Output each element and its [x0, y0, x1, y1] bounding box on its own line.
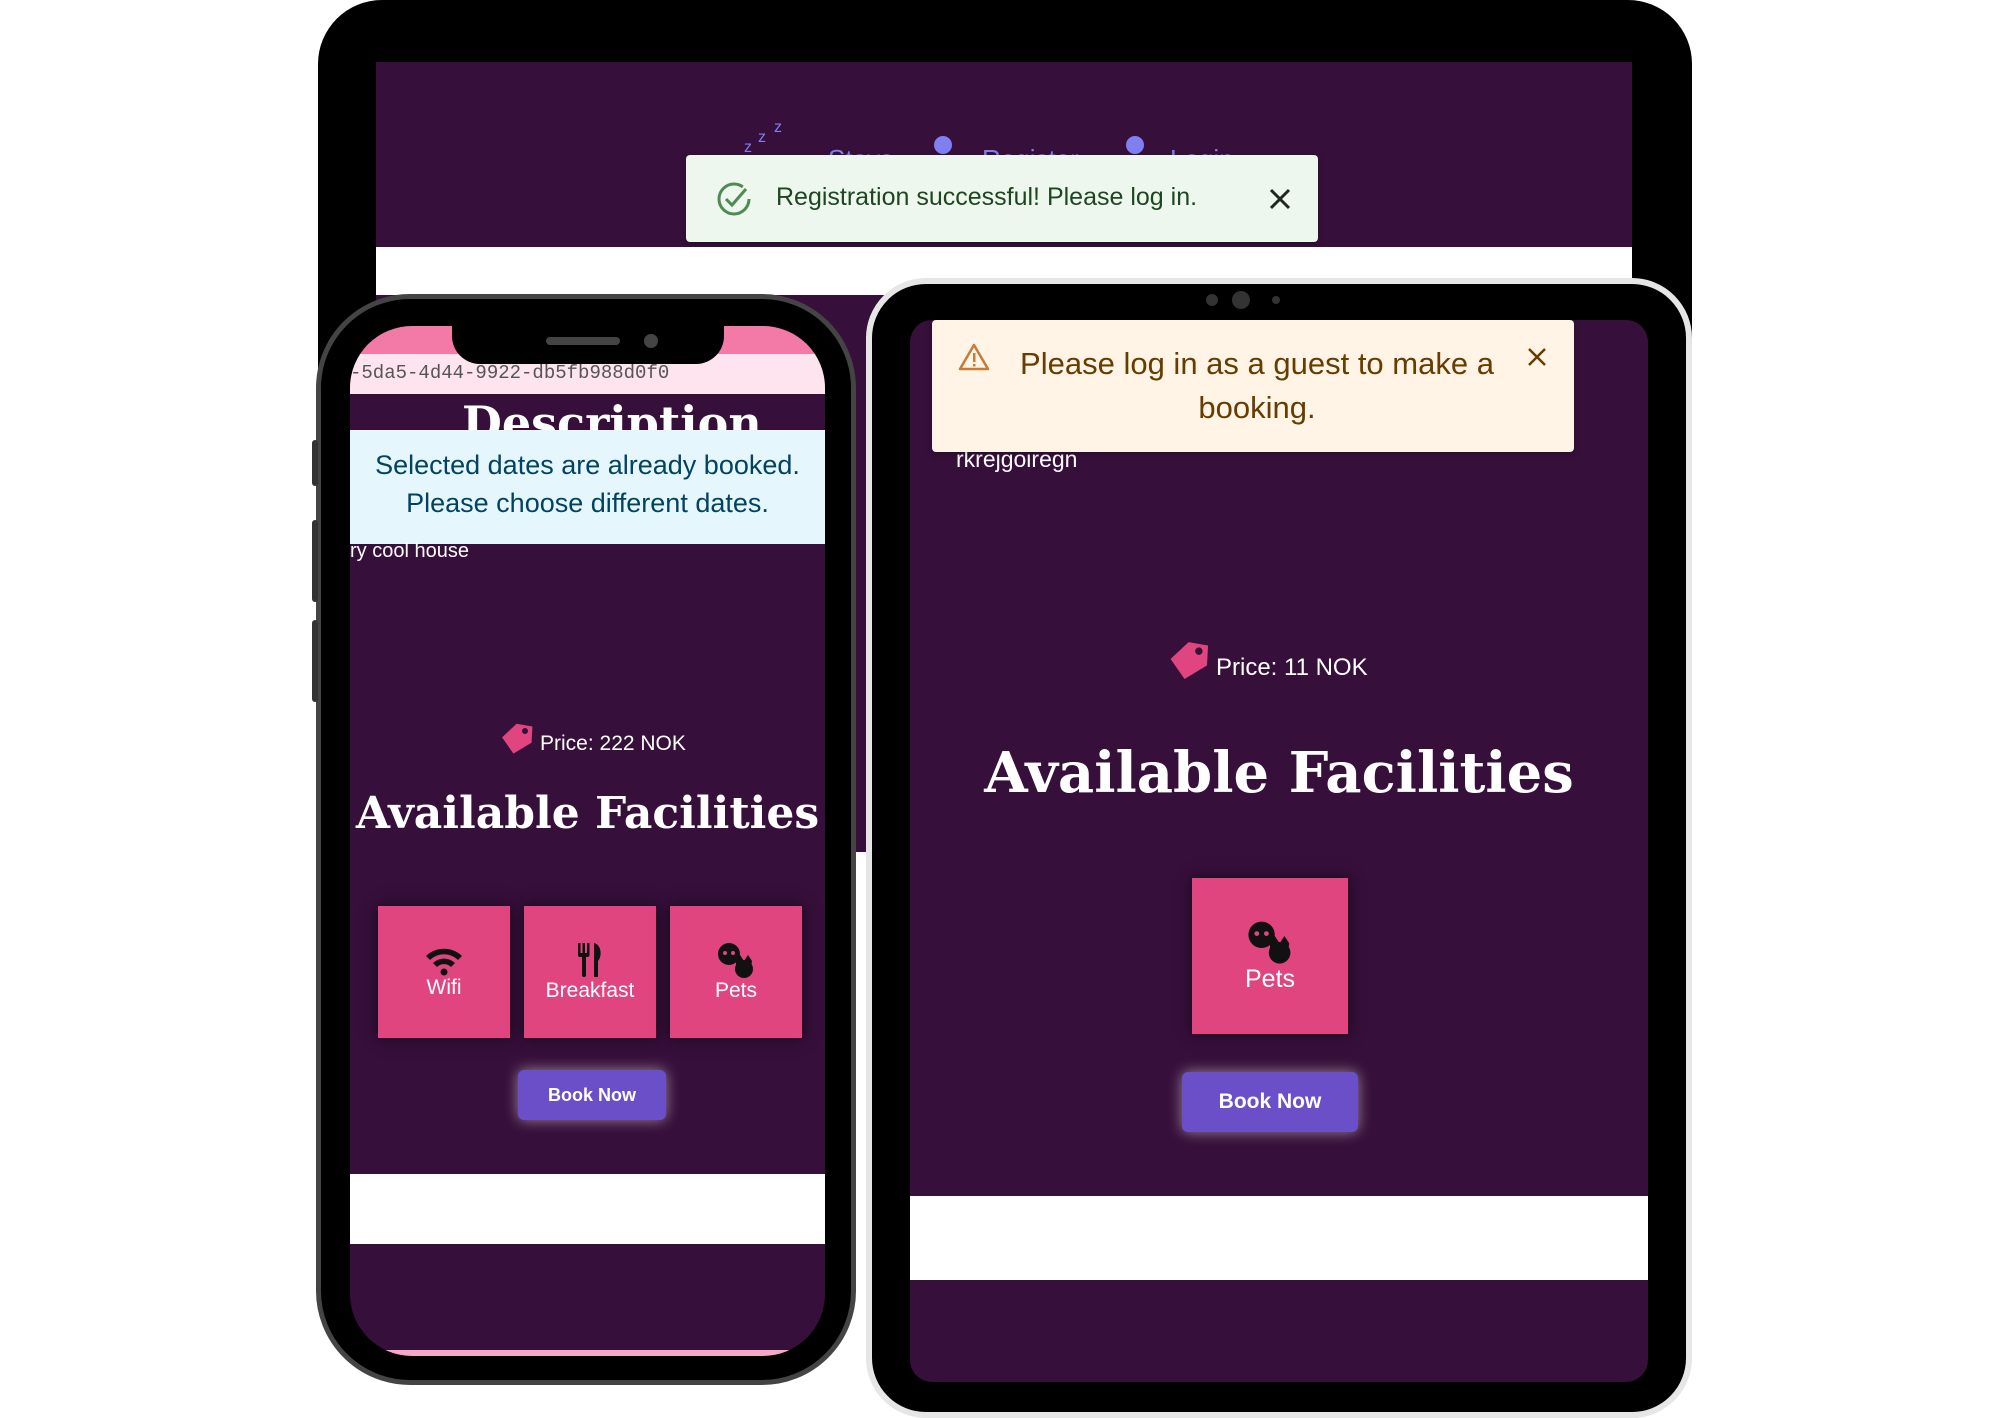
svg-text:z: z [744, 139, 752, 156]
phone-footer [350, 1174, 825, 1244]
login-icon [1126, 136, 1144, 154]
phone-speaker [546, 337, 620, 345]
zzz-logo-icon: z z z [744, 122, 782, 156]
svg-text:z: z [758, 129, 766, 146]
facilities-heading: Available Facilities [984, 740, 1574, 806]
user-icon [934, 136, 952, 154]
check-circle-icon [717, 182, 751, 216]
tablet-camera [1272, 296, 1280, 304]
info-toast-line-1: Selected dates are already booked. [375, 450, 800, 480]
phone-side-button [312, 620, 318, 702]
facilities-heading: Available Facilities [355, 788, 820, 839]
facility-label: Wifi [426, 976, 462, 999]
price-row: Price: 222 NOK [500, 722, 686, 756]
wifi-icon [426, 948, 462, 976]
facility-tile-wifi: Wifi [378, 906, 510, 1038]
tablet-screen: rkrejgoiregn Price: 11 NOK Available Fac… [910, 320, 1648, 1382]
success-toast-message: Registration successful! Please log in. [776, 183, 1198, 211]
phone-screen: -5da5-4d44-9922-db5fb988d0f0 Description… [350, 326, 825, 1356]
info-toast-line-2: Please choose different dates. [406, 488, 769, 518]
warning-triangle-icon [958, 343, 990, 371]
warning-toast: Please log in as a guest to make a booki… [932, 320, 1574, 452]
success-toast: Registration successful! Please log in. [686, 155, 1318, 242]
facility-tile-pets: Pets [1192, 878, 1348, 1034]
utensils-icon [578, 943, 601, 977]
phone-camera [644, 334, 658, 348]
facility-label: Pets [1244, 964, 1296, 993]
phone-side-button [312, 520, 318, 602]
facility-label: Pets [714, 979, 758, 1002]
tablet-camera [1206, 294, 1218, 306]
tablet-footer [910, 1196, 1648, 1280]
price-row: Price: 11 NOK [1168, 640, 1368, 682]
svg-text:z: z [774, 122, 782, 136]
price-text: Price: 222 NOK [540, 732, 686, 755]
warning-toast-message: Please log in as a guest to make a booki… [1020, 346, 1494, 425]
facility-tile-pets: Pets [670, 906, 802, 1038]
phone-url-text: -5da5-4d44-9922-db5fb988d0f0 [350, 362, 670, 384]
pets-icon [718, 943, 753, 978]
facility-label: Breakfast [545, 979, 635, 1002]
phone-bottom-bar [350, 1350, 825, 1356]
phone-side-button [312, 440, 318, 486]
info-toast: Selected dates are already booked. Pleas… [350, 430, 825, 544]
facilities-grid: Wifi Breakfast Pets [378, 906, 802, 1038]
book-now-button[interactable]: Book Now [518, 1070, 666, 1120]
price-tag-icon [1170, 642, 1209, 680]
close-icon[interactable] [1526, 346, 1548, 368]
book-now-button[interactable]: Book Now [1182, 1072, 1358, 1132]
price-tag-icon [502, 723, 533, 754]
facility-tile-breakfast: Breakfast [524, 906, 656, 1038]
price-text: Price: 11 NOK [1216, 654, 1368, 681]
tablet-camera [1232, 291, 1250, 309]
description-text: ry cool house [350, 540, 469, 562]
close-icon[interactable] [1268, 187, 1292, 211]
pets-icon [1248, 921, 1291, 964]
